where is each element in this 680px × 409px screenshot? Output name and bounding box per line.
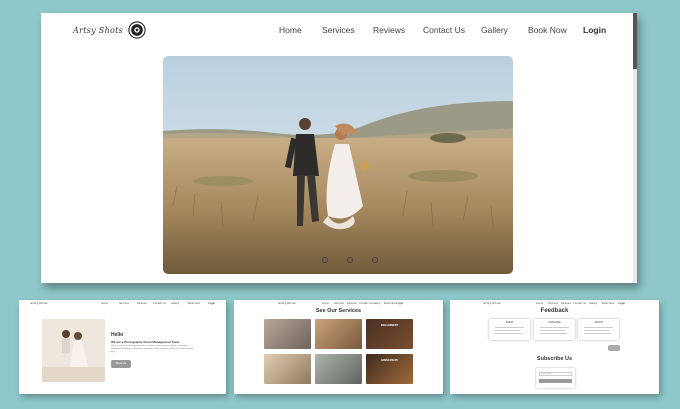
mini-nav-reviews: Reviews	[347, 302, 357, 305]
mini-nav-home: Home	[101, 302, 108, 305]
mini-nav-gallery: Gallery	[589, 302, 598, 305]
mini-nav-login: Login	[618, 302, 626, 305]
mini-nav-services: Services	[119, 302, 129, 305]
feedback-more-button[interactable]	[608, 345, 620, 351]
feedback-name: ANNA	[505, 321, 514, 324]
couple-photo	[42, 319, 105, 382]
service-tile-1[interactable]	[264, 319, 311, 349]
mini-nav-reviews: Reviews	[137, 302, 147, 305]
about-section-preview: Artsy Shots Home Services Reviews Contac…	[19, 300, 226, 394]
feedback-name: JASON	[594, 321, 603, 324]
service-tile-3[interactable]: ENGAGEMENT	[366, 319, 413, 349]
service-tile-2[interactable]	[315, 319, 362, 349]
nav-gallery-link[interactable]: Gallery	[481, 25, 508, 35]
feedback-text-line	[584, 327, 613, 328]
mini-nav-reviews: Reviews	[561, 302, 571, 305]
about-heading: Hello	[111, 332, 124, 338]
mini-nav-book: Book Now	[384, 302, 396, 305]
mini-brand-logo: Artsy Shots	[30, 301, 48, 305]
feedback-text-line	[540, 330, 565, 331]
service-tile-label: ANNIVERSARY	[380, 359, 399, 362]
feedback-card-3: JASON	[578, 319, 619, 340]
mini-nav-services: Services	[548, 302, 558, 305]
mini-nav-gallery: Gallery	[171, 302, 180, 305]
mini-nav-services: Services	[334, 302, 344, 305]
brand-script-text: Artsy Shots	[73, 25, 124, 35]
slider-dots	[322, 257, 397, 263]
slider-dot-3[interactable]	[372, 257, 378, 263]
mini-nav-login: Login	[208, 302, 216, 305]
feedback-text-line	[540, 333, 567, 334]
slider-dot-1[interactable]	[322, 257, 328, 263]
feedback-text-line	[495, 327, 524, 328]
service-tile-label: ENGAGEMENT	[380, 324, 399, 327]
feedback-text-line	[495, 330, 520, 331]
nav-home-link[interactable]: Home	[279, 25, 302, 35]
about-body-text: We are a team of photographers that capt…	[111, 345, 194, 353]
nav-book-now-link[interactable]: Book Now	[528, 25, 567, 35]
feedback-text-line	[540, 327, 569, 328]
mini-nav-contact: Contact Us	[573, 302, 586, 305]
feedback-card-1: ANNA	[489, 319, 530, 340]
nav-contact-link[interactable]: Contact Us	[423, 25, 465, 35]
subscribe-email-input[interactable]: Enter email	[539, 372, 572, 376]
vertical-scrollbar[interactable]	[633, 13, 637, 283]
nav-services-link[interactable]: Services	[322, 25, 355, 35]
services-section-preview: Artsy Shots Home Services Reviews Contac…	[234, 300, 443, 394]
mini-brand-logo: Artsy Shots	[483, 301, 501, 305]
feedback-text-line	[584, 333, 611, 334]
mini-nav-contact: Contact Us	[153, 302, 166, 305]
brand-logo[interactable]: Artsy Shots	[73, 21, 146, 39]
mini-nav-home: Home	[322, 302, 329, 305]
scrollbar-thumb[interactable]	[633, 13, 637, 69]
hero-slider-image	[163, 56, 513, 274]
services-title: See Our Services	[315, 308, 362, 314]
mini-brand-logo: Artsy Shots	[278, 301, 296, 305]
mini-nav-gallery: Gallery	[372, 302, 381, 305]
feedback-name: CATALINA	[548, 321, 561, 324]
about-subheading: We are a Photography Event Management Te…	[111, 340, 180, 344]
main-website-window: Artsy Shots Home Services Reviews Contac…	[41, 13, 637, 283]
nav-reviews-link[interactable]: Reviews	[373, 25, 405, 35]
mini-nav-book: Book Now	[188, 302, 200, 305]
service-tile-4[interactable]	[264, 354, 311, 384]
mini-nav-contact: Contact Us	[359, 302, 372, 305]
mini-nav-book: Book Now	[602, 302, 614, 305]
feedback-title: Feedback	[540, 308, 569, 314]
subscribe-form: Enter email	[536, 368, 575, 388]
feedback-card-2: CATALINA	[534, 319, 575, 340]
subscribe-title: Subscribe Us	[536, 356, 573, 362]
service-tile-5[interactable]	[315, 354, 362, 384]
mini-nav-login: Login	[396, 302, 404, 305]
mini-nav-home: Home	[536, 302, 543, 305]
subscribe-button[interactable]	[539, 379, 572, 383]
camera-lens-icon	[128, 21, 146, 39]
feedback-text-line	[584, 330, 609, 331]
feedback-text-line	[495, 333, 522, 334]
about-book-button[interactable]: Book Us	[111, 360, 131, 368]
feedback-section-preview: Artsy Shots Home Services Reviews Contac…	[450, 300, 659, 394]
nav-login-link[interactable]: Login	[583, 25, 606, 35]
service-tile-6[interactable]: ANNIVERSARY	[366, 354, 413, 384]
slider-dot-2[interactable]	[347, 257, 353, 263]
